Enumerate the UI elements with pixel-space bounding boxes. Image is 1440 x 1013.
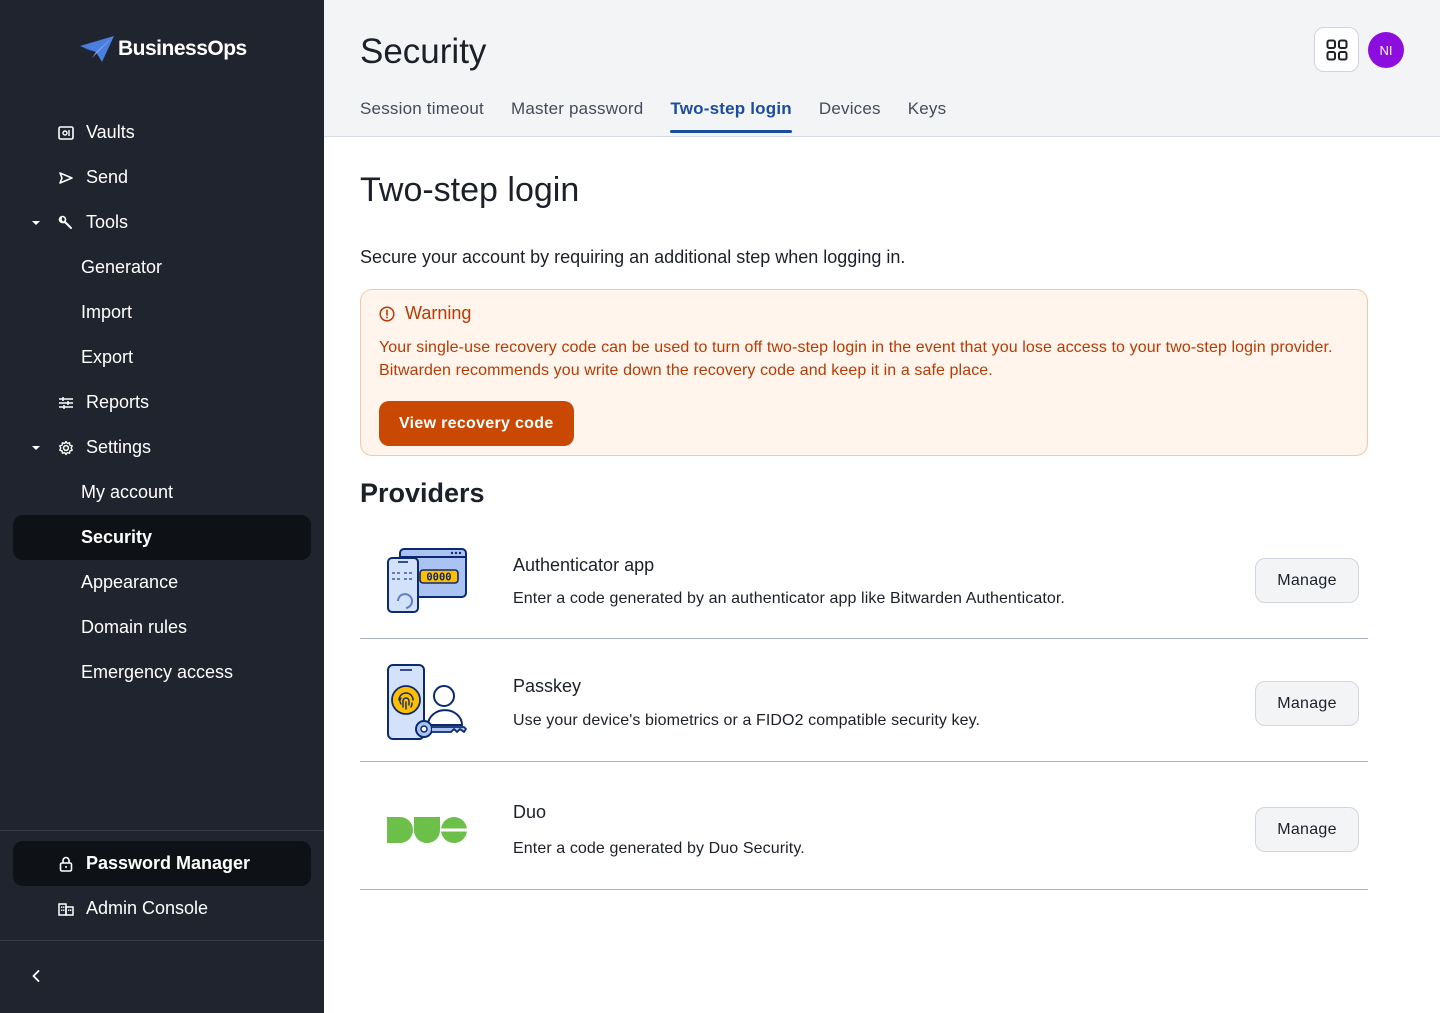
sidebar-item-label: Generator bbox=[81, 257, 163, 277]
provider-authenticator-app: 0000 Authenticator app Enter a code gene… bbox=[360, 523, 1368, 639]
provider-duo: Duo Enter a code generated by Duo Securi… bbox=[360, 762, 1368, 890]
sidebar-item-label: Import bbox=[81, 302, 133, 322]
tab-keys[interactable]: Keys bbox=[908, 99, 947, 132]
warning-body: Your single-use recovery code can be use… bbox=[379, 339, 1333, 379]
sidebar-item-security[interactable]: Security bbox=[13, 515, 311, 560]
tab-master-password[interactable]: Master password bbox=[511, 99, 643, 132]
view-recovery-code-button[interactable]: View recovery code bbox=[379, 401, 574, 446]
sidebar-item-generator[interactable]: Generator bbox=[13, 245, 311, 290]
sidebar-item-label: Appearance bbox=[81, 572, 179, 592]
sidebar-item-label: Send bbox=[86, 167, 129, 187]
brand-logo[interactable]: BusinessOps bbox=[78, 34, 247, 64]
page-header: Security NI Session timeout Master passw… bbox=[324, 0, 1440, 137]
provider-name: Duo bbox=[513, 802, 547, 822]
sidebar-item-label: Settings bbox=[86, 437, 152, 457]
sidebar-item-label: Tools bbox=[86, 212, 129, 232]
lock-icon bbox=[57, 855, 75, 873]
provider-description: Enter a code generated by an authenticat… bbox=[513, 590, 1065, 607]
warning-header: Warning bbox=[379, 303, 471, 324]
provider-passkey: Passkey Use your device's biometrics or … bbox=[360, 639, 1368, 762]
sidebar-item-export[interactable]: Export bbox=[13, 335, 311, 380]
grid-icon bbox=[1326, 39, 1347, 60]
section-intro: Secure your account by requiring an addi… bbox=[360, 247, 906, 267]
product-switcher-button[interactable] bbox=[1314, 27, 1359, 72]
sidebar-item-label: Emergency access bbox=[81, 662, 234, 682]
sidebar-item-settings[interactable]: Settings bbox=[13, 425, 311, 470]
business-icon bbox=[57, 900, 75, 918]
sidebar-item-my-account[interactable]: My account bbox=[13, 470, 311, 515]
vault-icon bbox=[57, 124, 75, 142]
section-heading: Two-step login bbox=[360, 171, 580, 209]
account-avatar[interactable]: NI bbox=[1368, 32, 1404, 68]
warning-circle-icon bbox=[379, 305, 395, 322]
authenticator-code-text: 0000 bbox=[426, 572, 451, 584]
sidebar-divider bbox=[0, 940, 324, 941]
sidebar-item-emergency-access[interactable]: Emergency access bbox=[13, 650, 311, 695]
security-tabs: Session timeout Master password Two-step… bbox=[360, 99, 973, 133]
main-content: Two-step login Secure your account by re… bbox=[324, 138, 1440, 1013]
sidebar-item-import[interactable]: Import bbox=[13, 290, 311, 335]
tab-devices[interactable]: Devices bbox=[819, 99, 881, 132]
paper-plane-logo-icon bbox=[80, 36, 114, 62]
collapse-sidebar-button[interactable] bbox=[26, 964, 46, 988]
manage-passkey-button[interactable]: Manage bbox=[1255, 681, 1359, 726]
sidebar-item-label: Export bbox=[81, 347, 134, 367]
sidebar-item-vaults[interactable]: Vaults bbox=[13, 110, 311, 155]
duo-logo-icon bbox=[387, 817, 467, 843]
wrench-icon bbox=[57, 214, 75, 232]
sidebar-item-label: Reports bbox=[86, 392, 150, 412]
manage-authenticator-button[interactable]: Manage bbox=[1255, 558, 1359, 603]
sidebar-item-label: My account bbox=[81, 482, 174, 502]
providers-heading: Providers bbox=[360, 478, 485, 508]
sidebar-divider bbox=[0, 830, 324, 831]
chevron-left-icon bbox=[32, 970, 40, 982]
sidebar-item-send[interactable]: Send bbox=[13, 155, 311, 200]
sidebar-item-label: Security bbox=[81, 527, 153, 547]
sidebar: BusinessOps Vaults Send Tools Generator … bbox=[0, 0, 324, 1013]
send-icon bbox=[57, 169, 75, 187]
gear-icon bbox=[57, 439, 75, 457]
provider-description: Use your device's biometrics or a FIDO2 … bbox=[513, 712, 981, 729]
passkey-icon bbox=[387, 664, 467, 740]
product-label: Admin Console bbox=[86, 898, 209, 918]
manage-duo-button[interactable]: Manage bbox=[1255, 807, 1359, 852]
sliders-icon bbox=[57, 394, 75, 412]
tab-two-step-login[interactable]: Two-step login bbox=[670, 99, 793, 133]
product-label: Password Manager bbox=[86, 853, 251, 873]
caret-down-icon[interactable] bbox=[30, 442, 42, 454]
sidebar-item-appearance[interactable]: Appearance bbox=[13, 560, 311, 605]
tab-session-timeout[interactable]: Session timeout bbox=[360, 99, 484, 132]
sidebar-item-label: Domain rules bbox=[81, 617, 188, 637]
sidebar-item-label: Vaults bbox=[86, 122, 135, 142]
sidebar-item-tools[interactable]: Tools bbox=[13, 200, 311, 245]
authenticator-app-icon: 0000 bbox=[387, 548, 467, 613]
provider-name: Authenticator app bbox=[513, 555, 655, 575]
provider-description: Enter a code generated by Duo Security. bbox=[513, 840, 805, 857]
product-switcher-admin-console[interactable]: Admin Console bbox=[13, 886, 311, 931]
provider-name: Passkey bbox=[513, 676, 582, 696]
page-title: Security bbox=[360, 32, 487, 71]
caret-down-icon[interactable] bbox=[30, 217, 42, 229]
sidebar-item-reports[interactable]: Reports bbox=[13, 380, 311, 425]
warning-title: Warning bbox=[405, 303, 472, 323]
product-switcher-password-manager[interactable]: Password Manager bbox=[13, 841, 311, 886]
sidebar-item-domain-rules[interactable]: Domain rules bbox=[13, 605, 311, 650]
warning-callout: Warning Your single-use recovery code ca… bbox=[360, 289, 1368, 456]
brand-name: BusinessOps bbox=[118, 37, 247, 60]
